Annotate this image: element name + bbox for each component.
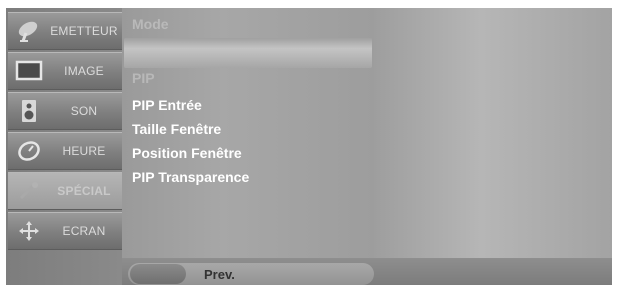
- prev-label: Prev.: [204, 266, 235, 282]
- sidebar-item-son[interactable]: SON: [8, 92, 122, 130]
- sidebar-item-emetteur[interactable]: EMETTEUR: [8, 12, 122, 50]
- special-icon: [12, 176, 46, 206]
- sidebar-item-special[interactable]: SPÉCIAL: [8, 172, 122, 210]
- sidebar-item-image[interactable]: IMAGE: [8, 52, 122, 90]
- menu-item-pip-entree[interactable]: PIP Entrée: [132, 94, 202, 116]
- sidebar-item-label: IMAGE: [64, 64, 104, 78]
- sidebar-item-label: EMETTEUR: [50, 24, 118, 38]
- osd-menu-frame: EMETTEUR IMAGE SON HEURE SPÉCIAL ECRAN M…: [6, 8, 612, 285]
- sidebar-item-label: HEURE: [62, 144, 106, 158]
- sidebar-item-label: SON: [70, 104, 98, 118]
- satellite-dish-icon: [12, 16, 46, 46]
- sidebar-item-label: SPÉCIAL: [57, 184, 111, 198]
- submenu-panel: Mode PIP PIP Entrée Taille Fenêtre Posit…: [122, 8, 374, 258]
- speaker-icon: [12, 96, 46, 126]
- menu-item-pip[interactable]: PIP: [132, 67, 155, 89]
- menu-header: Mode: [132, 16, 169, 32]
- cross-arrows-icon: [12, 216, 46, 246]
- prev-button-pill: [130, 264, 186, 284]
- menu-item-pip-transparence[interactable]: PIP Transparence: [132, 166, 249, 188]
- menu-item-position-fenetre[interactable]: Position Fenêtre: [132, 142, 242, 164]
- menu-item-taille-fenetre[interactable]: Taille Fenêtre: [132, 118, 221, 140]
- screen-icon: [12, 56, 46, 86]
- sidebar-item-label: ECRAN: [62, 224, 106, 238]
- sidebar-item-ecran[interactable]: ECRAN: [8, 212, 122, 250]
- sidebar-item-heure[interactable]: HEURE: [8, 132, 122, 170]
- clock-icon: [12, 136, 46, 166]
- prev-button[interactable]: Prev.: [128, 263, 374, 285]
- preview-area: [374, 8, 612, 285]
- selection-bar: [124, 38, 372, 68]
- sidebar: EMETTEUR IMAGE SON HEURE SPÉCIAL ECRAN: [6, 8, 122, 285]
